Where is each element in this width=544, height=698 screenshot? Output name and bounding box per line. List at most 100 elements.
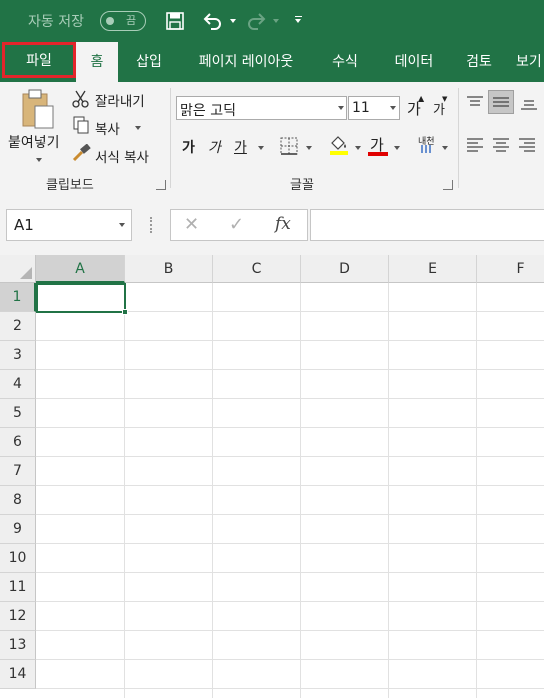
gridline — [36, 340, 544, 341]
column-header[interactable]: F — [477, 255, 544, 283]
copy-icon[interactable] — [72, 116, 90, 134]
row-header[interactable]: 8 — [0, 486, 36, 515]
customize-qat-icon[interactable] — [295, 19, 301, 23]
formula-bar-grip[interactable] — [150, 217, 154, 233]
align-middle-icon — [493, 97, 509, 107]
cut-icon[interactable] — [72, 90, 90, 108]
font-name-dropdown-icon[interactable] — [338, 106, 344, 110]
tab-view[interactable]: 보기 — [516, 42, 544, 82]
clipboard-group-label: 클립보드 — [46, 178, 94, 193]
gridline — [36, 688, 544, 689]
borders-dropdown-icon[interactable] — [306, 146, 312, 150]
redo-dropdown-icon[interactable] — [273, 19, 279, 23]
cut-label[interactable]: 잘라내기 — [95, 90, 145, 110]
ribbon-home: 붙여넣기 잘라내기 복사 서식 복사 클립보드 맑은 고딕 11 가 ▲ 가 ▼… — [0, 82, 544, 197]
name-box-dropdown-icon[interactable] — [119, 223, 125, 227]
undo-dropdown-icon[interactable] — [230, 19, 236, 23]
row-header[interactable]: 2 — [0, 312, 36, 341]
column-header[interactable]: B — [125, 255, 213, 283]
fill-handle[interactable] — [122, 309, 128, 315]
row-header[interactable]: 13 — [0, 631, 36, 660]
group-separator — [458, 88, 459, 188]
name-box[interactable]: A1 — [6, 209, 132, 241]
phonetic-icon — [421, 145, 431, 153]
autosave-label: 자동 저장 — [28, 14, 84, 30]
row-header[interactable]: 10 — [0, 544, 36, 573]
paste-label[interactable]: 붙여넣기 — [8, 132, 60, 152]
title-bar: 자동 저장 끔 — [0, 0, 544, 42]
underline-dropdown-icon[interactable] — [258, 146, 264, 150]
copy-dropdown-icon[interactable] — [135, 126, 141, 130]
align-center-icon[interactable] — [492, 138, 510, 152]
name-box-value: A1 — [14, 216, 34, 234]
autosave-state: 끔 — [126, 14, 137, 27]
tab-insert[interactable]: 삽입 — [126, 42, 172, 82]
bold-button[interactable]: 가 — [182, 137, 195, 157]
tab-formulas[interactable]: 수식 — [322, 42, 368, 82]
fill-color-dropdown-icon[interactable] — [355, 146, 361, 150]
tab-review[interactable]: 검토 — [456, 42, 502, 82]
font-name-combo[interactable]: 맑은 고딕 — [176, 96, 347, 120]
gridline — [36, 369, 544, 370]
borders-icon[interactable] — [280, 137, 298, 155]
row-header[interactable]: 9 — [0, 515, 36, 544]
row-header[interactable]: 11 — [0, 573, 36, 602]
column-header[interactable]: E — [389, 255, 477, 283]
select-all-corner[interactable] — [0, 255, 36, 283]
align-left-icon[interactable] — [466, 138, 484, 152]
align-bottom-icon[interactable] — [520, 96, 538, 110]
insert-function-icon[interactable]: fx — [275, 214, 291, 234]
format-painter-label[interactable]: 서식 복사 — [95, 146, 149, 166]
redo-icon[interactable] — [246, 12, 266, 30]
phonetic-dropdown-icon[interactable] — [442, 146, 448, 150]
font-launcher-icon[interactable] — [443, 180, 453, 190]
font-size-dropdown-icon[interactable] — [390, 106, 396, 110]
paste-icon[interactable] — [20, 88, 58, 132]
format-painter-icon[interactable] — [72, 144, 92, 162]
align-right-icon[interactable] — [518, 138, 536, 152]
gridline — [476, 283, 477, 698]
column-header[interactable]: D — [301, 255, 389, 283]
row-header[interactable]: 14 — [0, 660, 36, 689]
row-header[interactable]: 5 — [0, 399, 36, 428]
row-header[interactable]: 3 — [0, 341, 36, 370]
cancel-icon[interactable]: ✕ — [184, 214, 199, 235]
italic-button[interactable]: 가 — [208, 137, 221, 157]
row-header[interactable]: 1 — [0, 283, 36, 312]
gridline — [300, 283, 301, 698]
align-middle-button[interactable] — [488, 90, 514, 114]
formula-input[interactable] — [310, 209, 544, 241]
tab-file[interactable]: 파일 — [2, 42, 76, 78]
font-size-value: 11 — [352, 100, 370, 116]
fill-color-icon[interactable] — [328, 134, 350, 156]
gridline — [36, 398, 544, 399]
grow-font-arrow-icon: ▲ — [418, 94, 425, 103]
font-size-combo[interactable]: 11 — [348, 96, 400, 120]
row-header[interactable]: 12 — [0, 602, 36, 631]
save-icon[interactable] — [166, 12, 184, 30]
row-header[interactable]: 4 — [0, 370, 36, 399]
undo-icon[interactable] — [203, 12, 223, 30]
autosave-toggle[interactable]: 끔 — [100, 11, 146, 31]
shrink-font-arrow-icon: ▼ — [442, 95, 448, 103]
gridline — [124, 283, 125, 698]
column-header[interactable]: A — [36, 255, 125, 283]
clipboard-launcher-icon[interactable] — [156, 180, 166, 190]
gridline — [36, 456, 544, 457]
underline-button[interactable]: 가 — [234, 137, 247, 157]
column-header[interactable]: C — [213, 255, 301, 283]
enter-icon[interactable]: ✓ — [229, 214, 244, 235]
tab-home[interactable]: 홈 — [76, 42, 118, 82]
row-header[interactable]: 7 — [0, 457, 36, 486]
gridline — [36, 601, 544, 602]
tab-data[interactable]: 데이터 — [384, 42, 444, 82]
align-top-icon[interactable] — [466, 96, 484, 110]
paste-dropdown-icon[interactable] — [36, 158, 42, 162]
copy-label[interactable]: 복사 — [95, 118, 120, 138]
row-header[interactable]: 6 — [0, 428, 36, 457]
worksheet-grid[interactable]: A B C D E F 1 2 3 4 5 6 7 8 9 10 11 12 1… — [0, 255, 544, 698]
font-name-value: 맑은 고딕 — [180, 103, 236, 119]
tab-page-layout[interactable]: 페이지 레이아웃 — [186, 42, 306, 82]
active-cell[interactable] — [36, 283, 126, 313]
font-color-dropdown-icon[interactable] — [394, 146, 400, 150]
